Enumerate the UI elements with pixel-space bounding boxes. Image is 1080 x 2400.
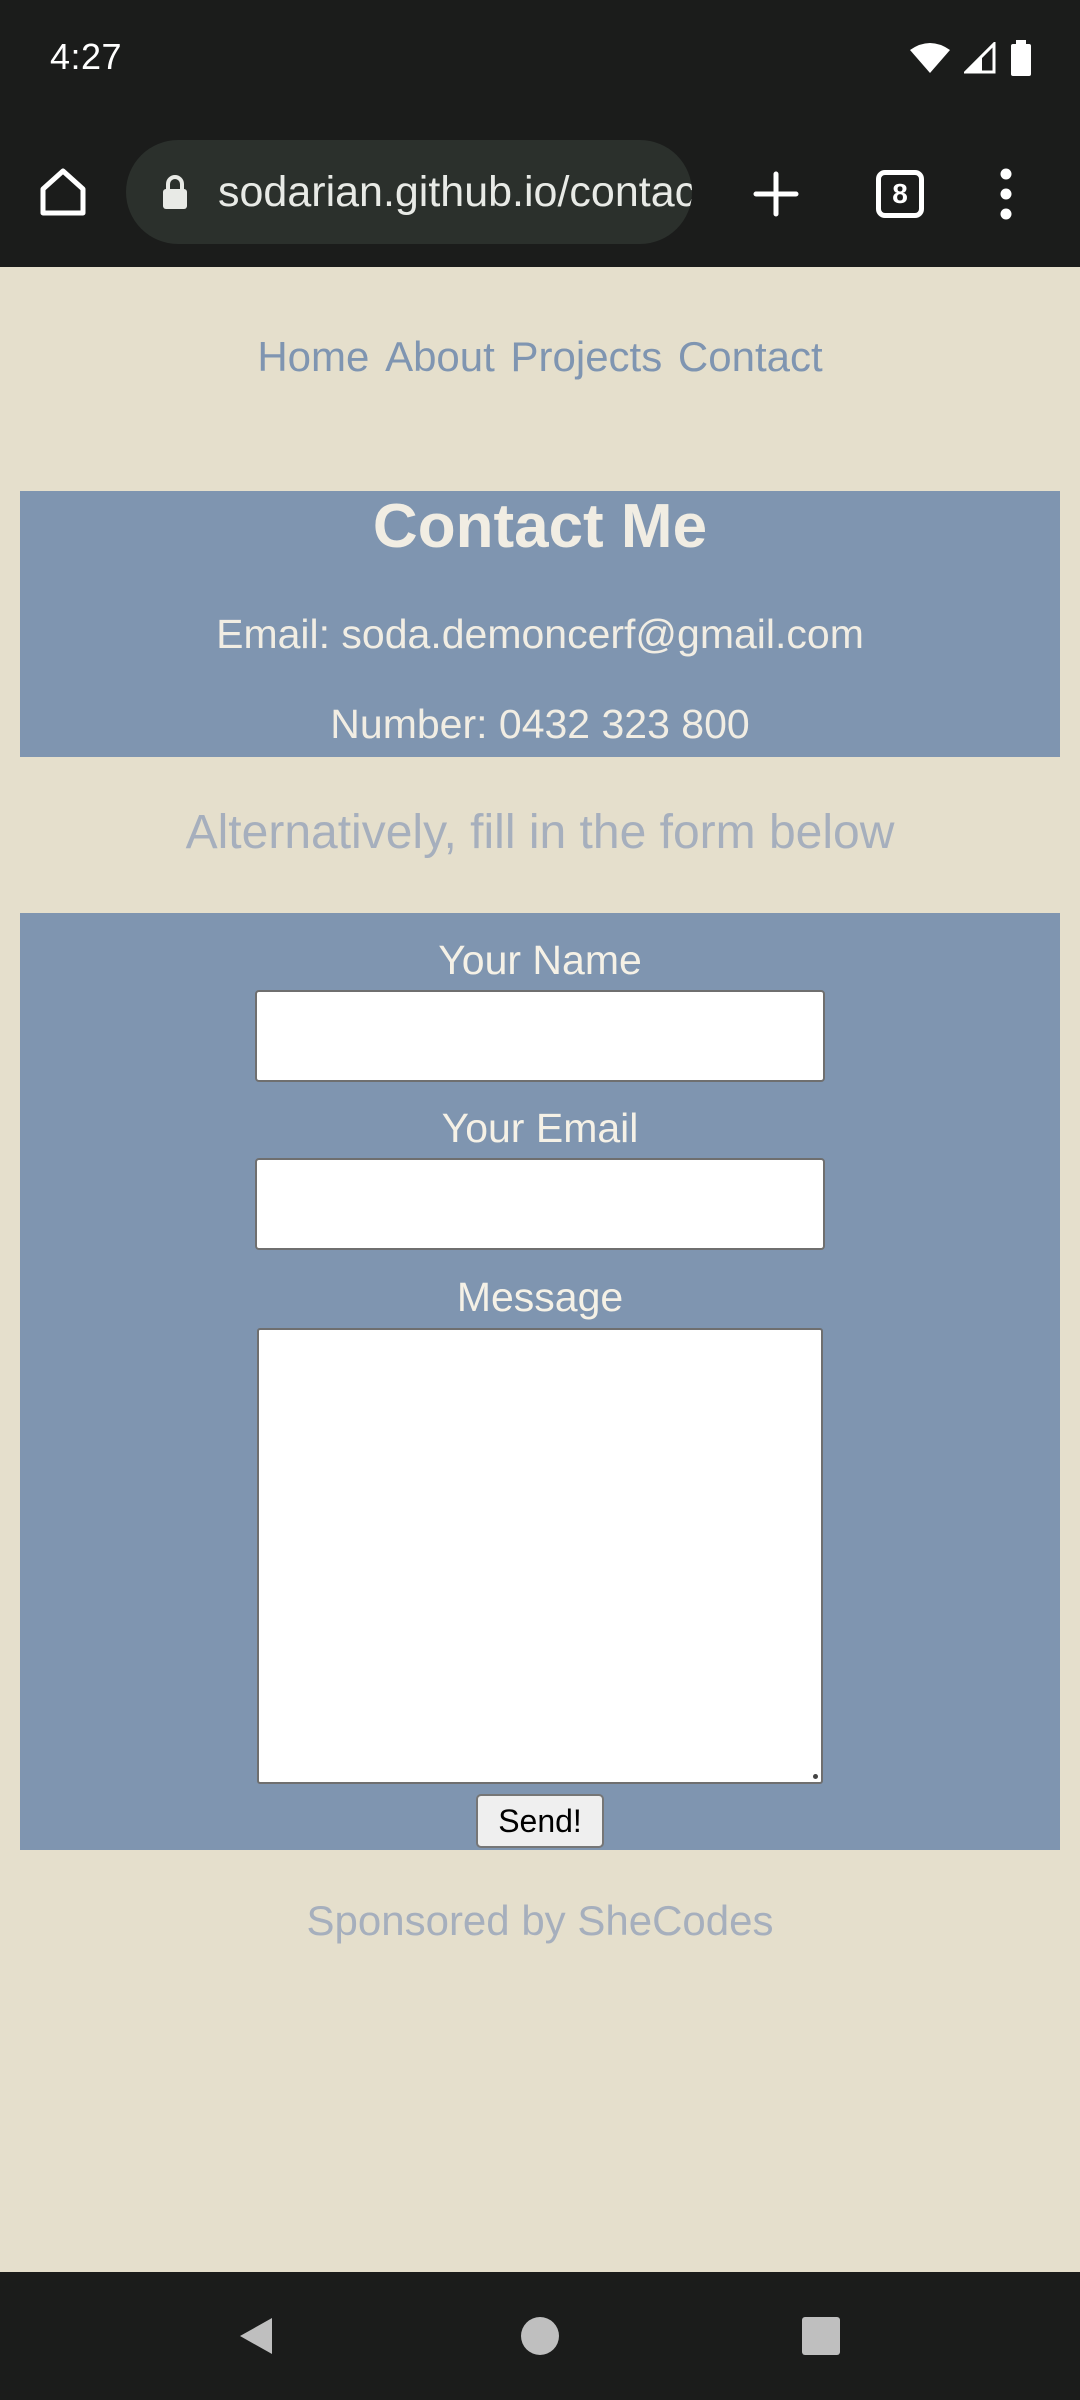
contact-panel: Contact Me Email: soda.demoncerf@gmail.c… [20, 491, 1060, 757]
email-input[interactable] [255, 1158, 825, 1250]
new-tab-plus-icon[interactable] [740, 158, 812, 230]
system-nav-bar [0, 2272, 1080, 2400]
resize-grip-icon[interactable] [813, 1774, 818, 1779]
lock-icon [160, 172, 190, 212]
browser-toolbar: sodarian.github.io/contact 8 [0, 118, 1080, 385]
alternative-text: Alternatively, fill in the form below [185, 806, 895, 859]
email-label: Your Email [441, 1105, 639, 1151]
tabs-icon[interactable]: 8 [876, 170, 924, 218]
url-text[interactable]: sodarian.github.io/contact [218, 168, 692, 217]
message-textarea[interactable] [257, 1328, 823, 1784]
battery-icon [1010, 40, 1032, 76]
menu-dots-icon[interactable] [986, 158, 1026, 230]
home-circle-icon[interactable] [510, 2306, 570, 2366]
status-icons [910, 38, 1032, 78]
contact-number: Number: 0432 323 800 [330, 701, 750, 747]
recents-icon[interactable] [791, 2306, 851, 2366]
message-label: Message [456, 1274, 624, 1320]
back-icon[interactable] [226, 2306, 286, 2366]
nav-link-about[interactable]: About [385, 333, 495, 380]
wifi-icon [910, 42, 950, 74]
name-label: Your Name [438, 937, 642, 983]
home-icon[interactable] [30, 158, 96, 224]
name-input[interactable] [255, 990, 825, 1082]
status-time: 4:27 [50, 36, 123, 77]
contact-title: Contact Me [372, 492, 708, 561]
nav-link-contact[interactable]: Contact [678, 333, 823, 380]
contact-form: Your Name Your Email Message Send! [20, 913, 1060, 1850]
web-page: Home About Projects Contact Contact Me E… [0, 267, 1080, 2272]
signal-icon [964, 42, 996, 74]
url-bar[interactable]: sodarian.github.io/contact [126, 140, 692, 244]
nav-link-home[interactable]: Home [257, 333, 369, 380]
contact-email: Email: soda.demoncerf@gmail.com [216, 611, 864, 657]
footer-sponsor: Sponsored by SheCodes [306, 1897, 774, 1944]
status-bar: 4:27 [0, 0, 1080, 118]
site-nav: Home About Projects Contact [0, 333, 1080, 381]
send-button[interactable]: Send! [476, 1794, 604, 1848]
nav-link-projects[interactable]: Projects [511, 333, 663, 380]
